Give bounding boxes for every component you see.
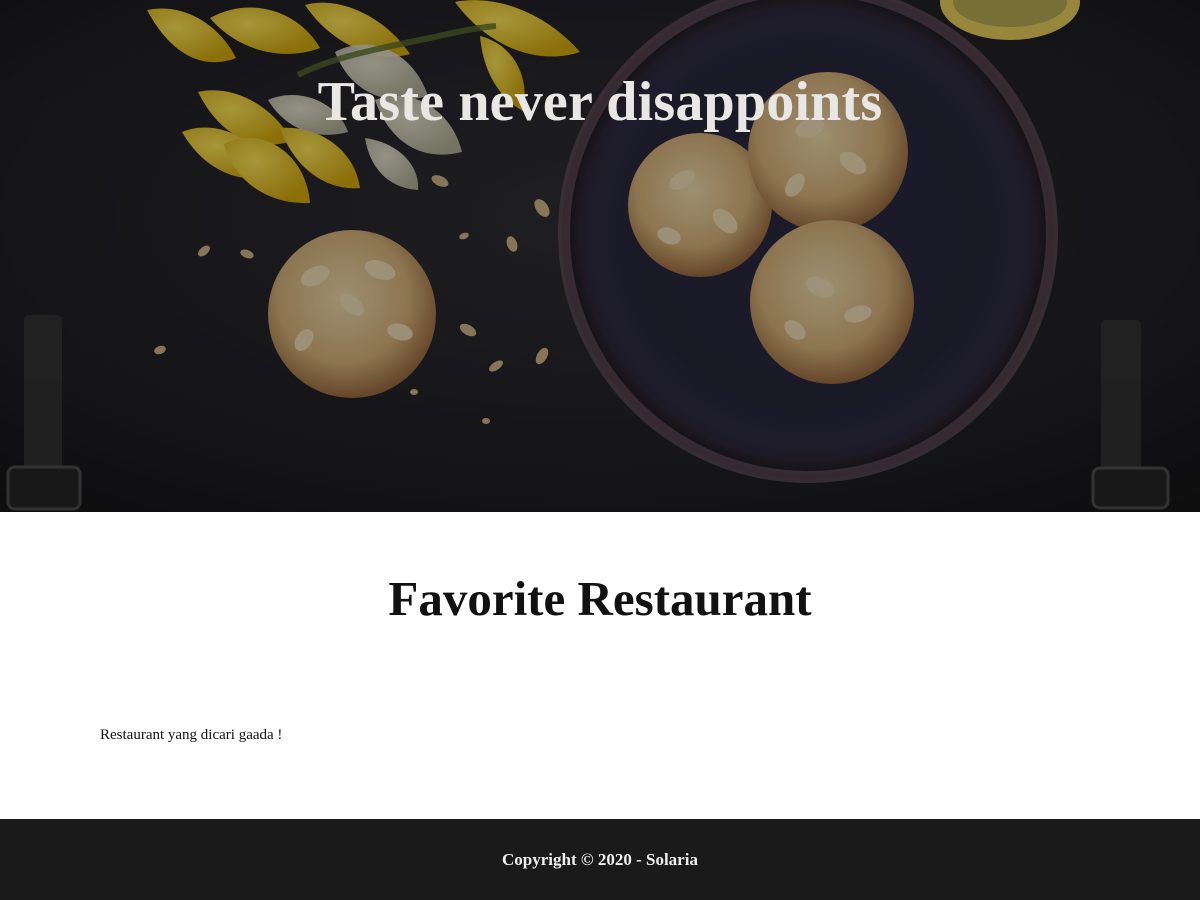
- page-title: Favorite Restaurant: [388, 571, 812, 626]
- hero-section: Taste never disappoints: [0, 0, 1200, 512]
- footer-copyright: Copyright © 2020 - Solaria: [502, 850, 698, 869]
- hero-title: Taste never disappoints: [317, 71, 883, 133]
- footer: Copyright © 2020 - Solaria: [0, 819, 1200, 900]
- empty-state-message: Restaurant yang dicari gaada !: [100, 727, 283, 743]
- main-content: Favorite Restaurant Restaurant yang dica…: [0, 512, 1200, 819]
